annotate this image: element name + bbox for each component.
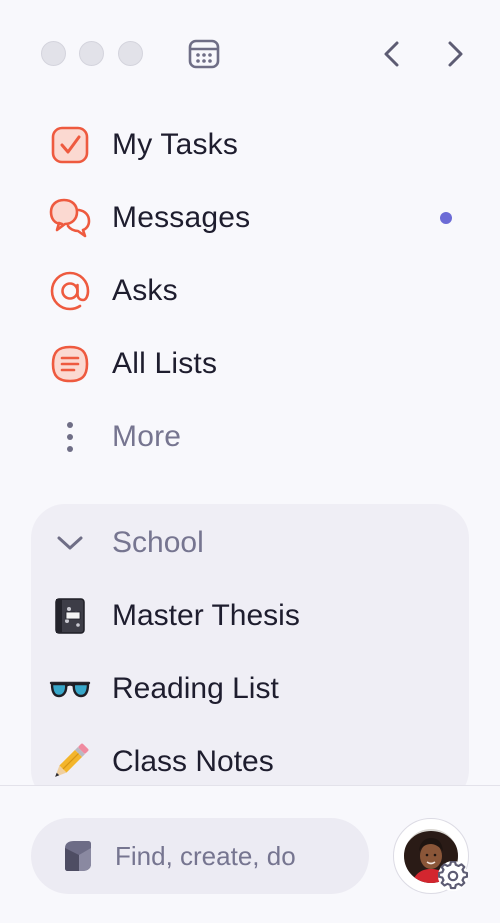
footer-bar: Find, create, do — [0, 785, 500, 923]
list-item-label: Reading List — [112, 672, 279, 705]
list-item-master-thesis[interactable]: Master Thesis — [38, 586, 458, 646]
search-placeholder: Find, create, do — [115, 840, 296, 871]
nav-item-label: Asks — [112, 274, 178, 307]
window-close-button[interactable] — [41, 41, 66, 66]
more-vertical-icon — [38, 407, 102, 467]
command-logo-icon — [57, 836, 97, 876]
search-input[interactable]: Find, create, do — [31, 818, 369, 894]
list-item-reading-list[interactable]: Reading List — [38, 659, 458, 719]
chevron-right-icon[interactable] — [440, 38, 470, 70]
pencil-icon — [38, 732, 102, 792]
nav-item-asks[interactable]: Asks — [38, 261, 478, 321]
nav-item-label: All Lists — [112, 347, 218, 380]
group-title: School — [112, 526, 204, 559]
list-group-school: School Master Thesis Reading List Class … — [31, 504, 469, 804]
nav-item-more[interactable]: More — [38, 407, 478, 467]
nav-item-messages[interactable]: Messages — [38, 188, 478, 248]
chevron-down-icon[interactable] — [38, 513, 102, 573]
notebook-icon — [38, 586, 102, 646]
list-icon — [38, 334, 102, 394]
chat-bubbles-icon — [38, 188, 102, 248]
nav-item-my-tasks[interactable]: My Tasks — [38, 115, 478, 175]
glasses-icon — [38, 659, 102, 719]
list-item-class-notes[interactable]: Class Notes — [38, 732, 458, 792]
window-zoom-button[interactable] — [118, 41, 143, 66]
nav-item-label: More — [112, 420, 182, 453]
nav-item-label: My Tasks — [112, 128, 239, 161]
list-item-label: Master Thesis — [112, 599, 300, 632]
nav-item-label: Messages — [112, 201, 251, 234]
title-bar — [0, 0, 500, 108]
window-minimize-button[interactable] — [79, 41, 104, 66]
calendar-icon[interactable] — [187, 38, 221, 70]
profile-button[interactable] — [393, 818, 469, 894]
list-item-label: Class Notes — [112, 745, 274, 778]
chevron-left-icon[interactable] — [377, 38, 407, 70]
group-header-school[interactable]: School — [38, 513, 458, 573]
nav-item-all-lists[interactable]: All Lists — [38, 334, 478, 394]
gear-icon[interactable] — [437, 860, 469, 891]
at-sign-icon — [38, 261, 102, 321]
unread-indicator — [440, 212, 452, 224]
checkbox-icon — [38, 115, 102, 175]
